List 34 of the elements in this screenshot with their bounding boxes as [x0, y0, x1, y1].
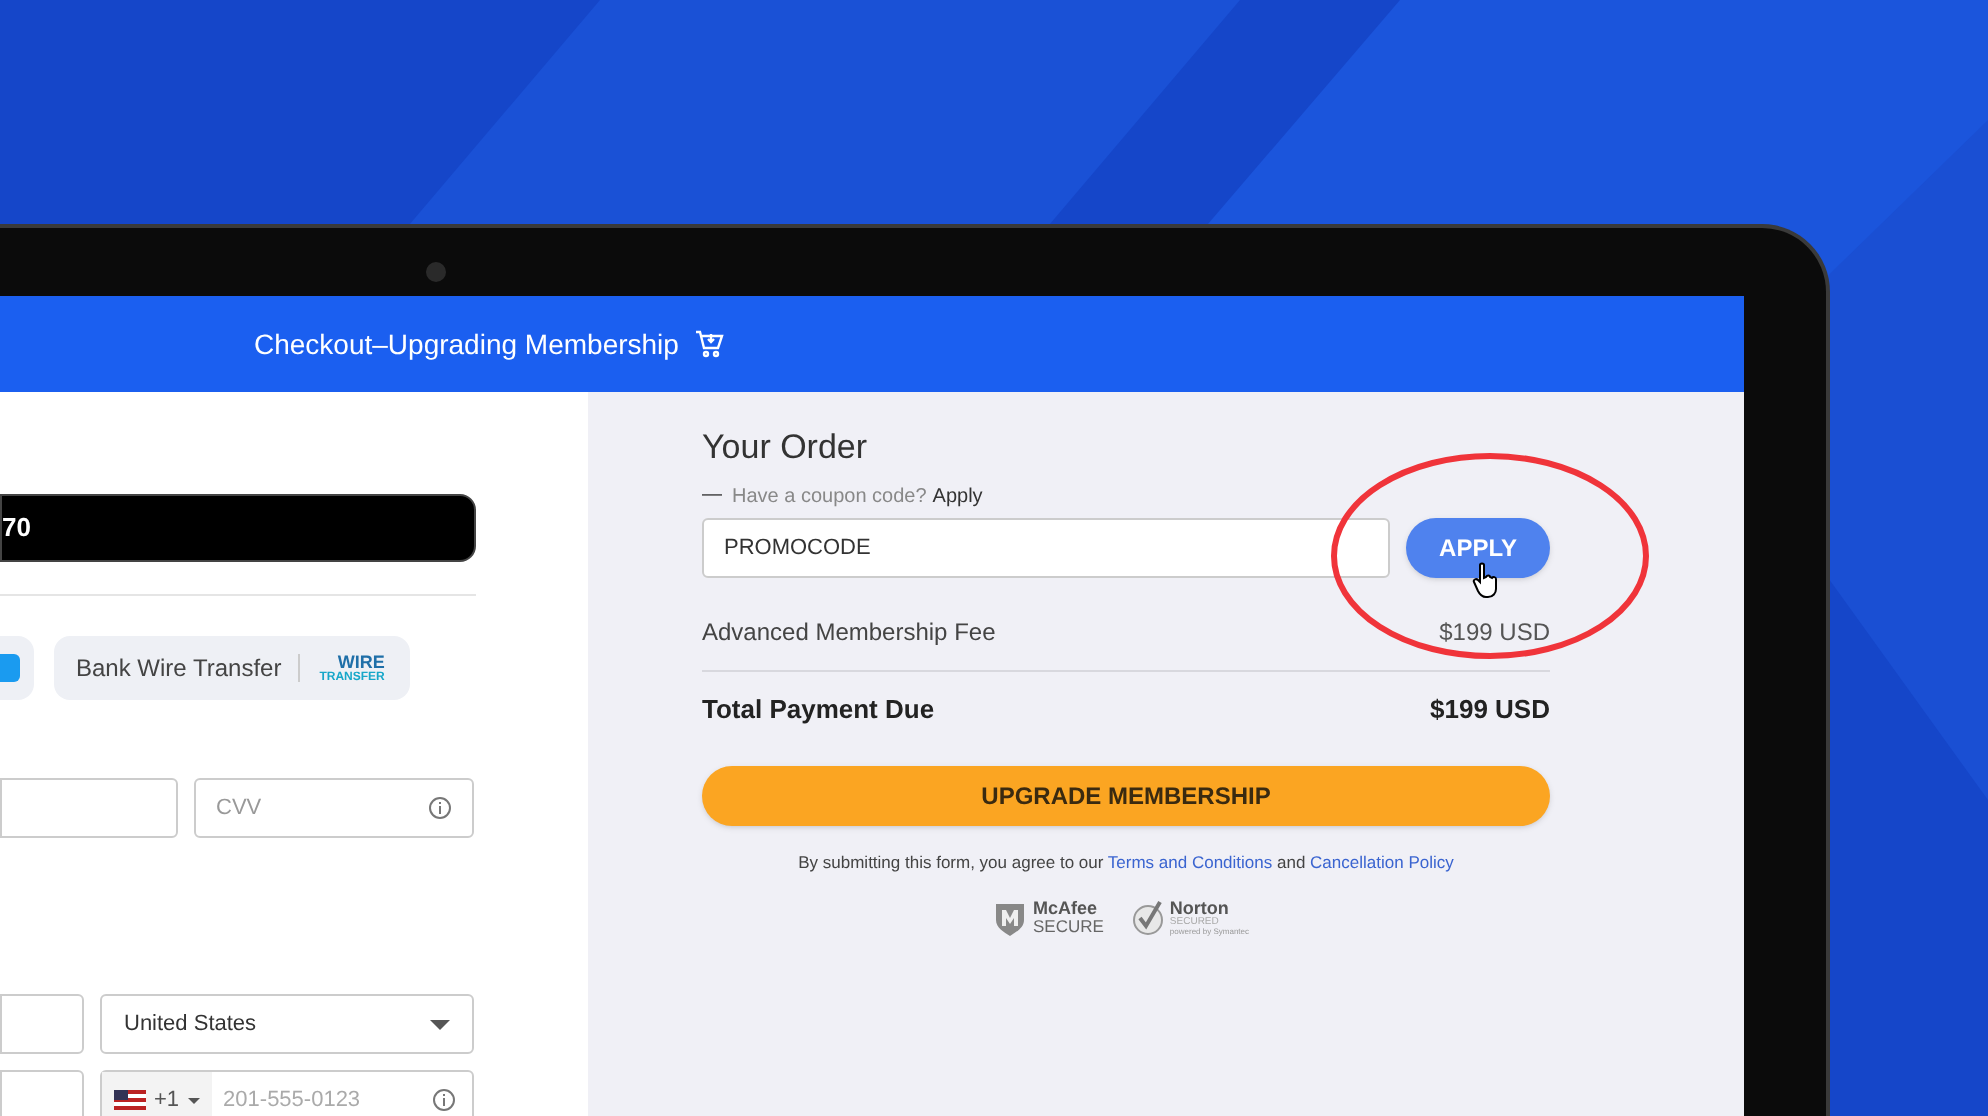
apply-button[interactable]: APPLY — [1406, 517, 1550, 577]
total-amount: $199 USD — [1430, 691, 1550, 727]
section-title: Your Order — [702, 426, 870, 470]
apply-link[interactable]: Apply — [932, 481, 983, 511]
shield-icon — [994, 899, 1027, 936]
page-title: Checkout–Upgrading Membership — [254, 325, 679, 364]
coupon-prompt: Have a coupon code? — [732, 483, 927, 511]
payment-logo-icon — [0, 654, 20, 682]
info-icon[interactable] — [428, 796, 452, 820]
flag-icon — [114, 1090, 146, 1110]
fee-amount: $199 USD — [1439, 615, 1550, 649]
fee-label: Advanced Membership Fee — [702, 615, 996, 649]
info-icon[interactable] — [432, 1088, 456, 1112]
terms-link[interactable]: Terms and Conditions — [1107, 852, 1273, 872]
text-field[interactable] — [0, 994, 84, 1054]
expiry-field[interactable] — [0, 778, 178, 838]
cancellation-policy-link[interactable]: Cancellation Policy — [1310, 852, 1454, 872]
text-field[interactable] — [0, 1070, 84, 1116]
upgrade-membership-button[interactable]: UPGRADE MEMBERSHIP — [702, 766, 1550, 826]
seal-label: McAfee SECURE — [1032, 900, 1104, 935]
hand-cursor-icon — [1472, 561, 1500, 597]
country-select[interactable]: United States — [100, 994, 474, 1054]
caret-icon — [430, 1019, 450, 1029]
checkmark-icon — [1131, 899, 1164, 936]
payment-method-chip[interactable] — [0, 636, 34, 700]
total-label: Total Payment Due — [702, 691, 935, 728]
phone-field[interactable]: +1 201-555-0123 — [100, 1070, 474, 1116]
card-number-bar[interactable]: 70 — [0, 494, 476, 562]
country-code-picker[interactable]: +1 — [102, 1072, 212, 1116]
cart-icon[interactable] — [694, 330, 725, 358]
legal-text: By submitting this form, you agree to our Terms and Conditions and Cancellation Policy — [796, 850, 1456, 876]
coupon-field[interactable]: PROMOCODE — [702, 517, 1390, 577]
collapse-toggle[interactable]: — — [702, 486, 722, 506]
caret-icon — [187, 1097, 200, 1103]
